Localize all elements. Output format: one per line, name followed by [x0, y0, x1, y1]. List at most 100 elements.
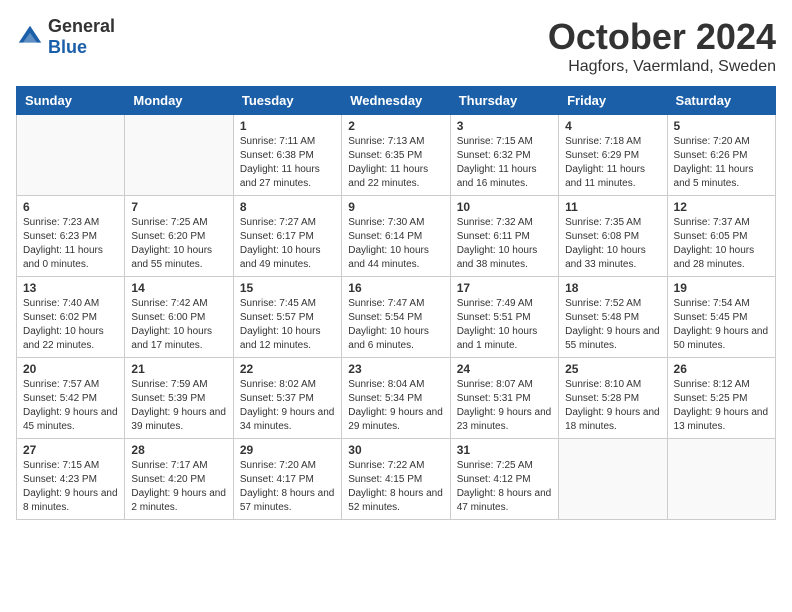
day-info: Sunrise: 7:57 AMSunset: 5:42 PMDaylight:… — [23, 378, 118, 434]
month-title: October 2024 — [548, 16, 776, 58]
calendar-cell: 28 Sunrise: 7:17 AMSunset: 4:20 PMDayligh… — [125, 439, 233, 520]
day-info: Sunrise: 7:17 AMSunset: 4:20 PMDaylight:… — [131, 459, 226, 515]
day-info: Sunrise: 7:13 AMSunset: 6:35 PMDaylight:… — [348, 135, 443, 191]
weekday-header-sunday: Sunday — [17, 87, 125, 115]
weekday-header-thursday: Thursday — [450, 87, 558, 115]
day-info: Sunrise: 7:37 AMSunset: 6:05 PMDaylight:… — [674, 216, 769, 272]
calendar-cell: 6 Sunrise: 7:23 AMSunset: 6:23 PMDaylight… — [17, 196, 125, 277]
day-number: 19 — [674, 281, 769, 295]
calendar-cell: 3Sunrise: 7:15 AMSunset: 6:32 PMDaylight… — [450, 115, 558, 196]
logo-icon — [16, 23, 44, 51]
calendar-week-row: 13Sunrise: 7:40 AMSunset: 6:02 PMDayligh… — [17, 277, 776, 358]
day-info: Sunrise: 7:45 AMSunset: 5:57 PMDaylight:… — [240, 297, 335, 353]
calendar-table: SundayMondayTuesdayWednesdayThursdayFrid… — [16, 86, 776, 520]
day-info: Sunrise: 7:30 AMSunset: 6:14 PMDaylight:… — [348, 216, 443, 272]
calendar-week-row: 6 Sunrise: 7:23 AMSunset: 6:23 PMDaylight… — [17, 196, 776, 277]
day-info: Sunrise: 8:02 AMSunset: 5:37 PMDaylight:… — [240, 378, 335, 434]
calendar-cell: 1Sunrise: 7:11 AMSunset: 6:38 PMDaylight… — [233, 115, 341, 196]
day-info: Sunrise: 7:18 AMSunset: 6:29 PMDaylight:… — [565, 135, 660, 191]
day-info: Sunrise: 8:04 AMSunset: 5:34 PMDaylight:… — [348, 378, 443, 434]
day-number: 22 — [240, 362, 335, 376]
day-number: 24 — [457, 362, 552, 376]
calendar-week-row: 20 Sunrise: 7:57 AMSunset: 5:42 PMDayligh… — [17, 358, 776, 439]
header: General Blue October 2024 Hagfors, Vaerm… — [16, 16, 776, 76]
day-info: Sunrise: 7:47 AMSunset: 5:54 PMDaylight:… — [348, 297, 443, 353]
day-number: 5 — [674, 119, 769, 133]
day-info: Sunrise: 7:20 AMSunset: 4:17 PMDaylight:… — [240, 459, 335, 515]
day-number: 14 — [131, 281, 226, 295]
day-number: 8 — [240, 200, 335, 214]
day-number: 6 — [23, 200, 118, 214]
calendar-cell: 20 Sunrise: 7:57 AMSunset: 5:42 PMDayligh… — [17, 358, 125, 439]
calendar-week-row: 1Sunrise: 7:11 AMSunset: 6:38 PMDaylight… — [17, 115, 776, 196]
calendar-cell — [667, 439, 775, 520]
day-number: 20 — [23, 362, 118, 376]
day-number: 12 — [674, 200, 769, 214]
calendar-cell: 25 Sunrise: 8:10 AMSunset: 5:28 PMDayligh… — [559, 358, 667, 439]
calendar-cell: 11Sunrise: 7:35 AMSunset: 6:08 PMDayligh… — [559, 196, 667, 277]
calendar-cell: 26 Sunrise: 8:12 AMSunset: 5:25 PMDayligh… — [667, 358, 775, 439]
day-info: Sunrise: 7:23 AMSunset: 6:23 PMDaylight:… — [23, 216, 118, 272]
day-number: 18 — [565, 281, 660, 295]
day-info: Sunrise: 7:15 AMSunset: 6:32 PMDaylight:… — [457, 135, 552, 191]
day-number: 10 — [457, 200, 552, 214]
day-number: 2 — [348, 119, 443, 133]
day-info: Sunrise: 8:10 AMSunset: 5:28 PMDaylight:… — [565, 378, 660, 434]
calendar-cell: 7Sunrise: 7:25 AMSunset: 6:20 PMDaylight… — [125, 196, 233, 277]
calendar-cell: 8 Sunrise: 7:27 AMSunset: 6:17 PMDaylight… — [233, 196, 341, 277]
day-info: Sunrise: 7:35 AMSunset: 6:08 PMDaylight:… — [565, 216, 660, 272]
day-number: 1 — [240, 119, 335, 133]
calendar-cell: 24 Sunrise: 8:07 AMSunset: 5:31 PMDayligh… — [450, 358, 558, 439]
day-info: Sunrise: 7:32 AMSunset: 6:11 PMDaylight:… — [457, 216, 552, 272]
calendar-cell: 5 Sunrise: 7:20 AMSunset: 6:26 PMDaylight… — [667, 115, 775, 196]
day-number: 9 — [348, 200, 443, 214]
day-number: 30 — [348, 443, 443, 457]
logo-blue: Blue — [48, 37, 87, 57]
calendar-cell: 31Sunrise: 7:25 AMSunset: 4:12 PMDayligh… — [450, 439, 558, 520]
day-info: Sunrise: 7:52 AMSunset: 5:48 PMDaylight:… — [565, 297, 660, 353]
weekday-header-row: SundayMondayTuesdayWednesdayThursdayFrid… — [17, 87, 776, 115]
calendar-cell: 15 Sunrise: 7:45 AMSunset: 5:57 PMDayligh… — [233, 277, 341, 358]
day-number: 31 — [457, 443, 552, 457]
day-info: Sunrise: 7:49 AMSunset: 5:51 PMDaylight:… — [457, 297, 552, 353]
calendar-cell: 9 Sunrise: 7:30 AMSunset: 6:14 PMDaylight… — [342, 196, 450, 277]
logo: General Blue — [16, 16, 115, 58]
logo-text: General Blue — [48, 16, 115, 58]
calendar-cell: 14Sunrise: 7:42 AMSunset: 6:00 PMDayligh… — [125, 277, 233, 358]
location-title: Hagfors, Vaermland, Sweden — [548, 58, 776, 76]
day-info: Sunrise: 7:20 AMSunset: 6:26 PMDaylight:… — [674, 135, 769, 191]
calendar-cell — [17, 115, 125, 196]
day-number: 26 — [674, 362, 769, 376]
day-info: Sunrise: 7:59 AMSunset: 5:39 PMDaylight:… — [131, 378, 226, 434]
day-number: 16 — [348, 281, 443, 295]
weekday-header-tuesday: Tuesday — [233, 87, 341, 115]
calendar-cell: 4 Sunrise: 7:18 AMSunset: 6:29 PMDaylight… — [559, 115, 667, 196]
day-info: Sunrise: 7:27 AMSunset: 6:17 PMDaylight:… — [240, 216, 335, 272]
calendar-cell: 2 Sunrise: 7:13 AMSunset: 6:35 PMDaylight… — [342, 115, 450, 196]
day-info: Sunrise: 8:12 AMSunset: 5:25 PMDaylight:… — [674, 378, 769, 434]
calendar-cell: 16 Sunrise: 7:47 AMSunset: 5:54 PMDayligh… — [342, 277, 450, 358]
day-number: 23 — [348, 362, 443, 376]
weekday-header-wednesday: Wednesday — [342, 87, 450, 115]
calendar-cell: 10 Sunrise: 7:32 AMSunset: 6:11 PMDayligh… — [450, 196, 558, 277]
title-area: October 2024 Hagfors, Vaermland, Sweden — [548, 16, 776, 76]
day-info: Sunrise: 7:22 AMSunset: 4:15 PMDaylight:… — [348, 459, 443, 515]
day-info: Sunrise: 7:54 AMSunset: 5:45 PMDaylight:… — [674, 297, 769, 353]
calendar-cell: 23 Sunrise: 8:04 AMSunset: 5:34 PMDayligh… — [342, 358, 450, 439]
day-info: Sunrise: 7:15 AMSunset: 4:23 PMDaylight:… — [23, 459, 118, 515]
day-number: 15 — [240, 281, 335, 295]
day-number: 27 — [23, 443, 118, 457]
day-number: 4 — [565, 119, 660, 133]
calendar-cell: 30 Sunrise: 7:22 AMSunset: 4:15 PMDayligh… — [342, 439, 450, 520]
calendar-cell: 21Sunrise: 7:59 AMSunset: 5:39 PMDayligh… — [125, 358, 233, 439]
day-info: Sunrise: 8:07 AMSunset: 5:31 PMDaylight:… — [457, 378, 552, 434]
calendar-week-row: 27 Sunrise: 7:15 AMSunset: 4:23 PMDayligh… — [17, 439, 776, 520]
calendar-cell: 29 Sunrise: 7:20 AMSunset: 4:17 PMDayligh… — [233, 439, 341, 520]
calendar-cell: 13Sunrise: 7:40 AMSunset: 6:02 PMDayligh… — [17, 277, 125, 358]
logo-general: General — [48, 16, 115, 36]
day-number: 28 — [131, 443, 226, 457]
day-number: 13 — [23, 281, 118, 295]
calendar-cell: 18 Sunrise: 7:52 AMSunset: 5:48 PMDayligh… — [559, 277, 667, 358]
day-number: 25 — [565, 362, 660, 376]
day-number: 29 — [240, 443, 335, 457]
